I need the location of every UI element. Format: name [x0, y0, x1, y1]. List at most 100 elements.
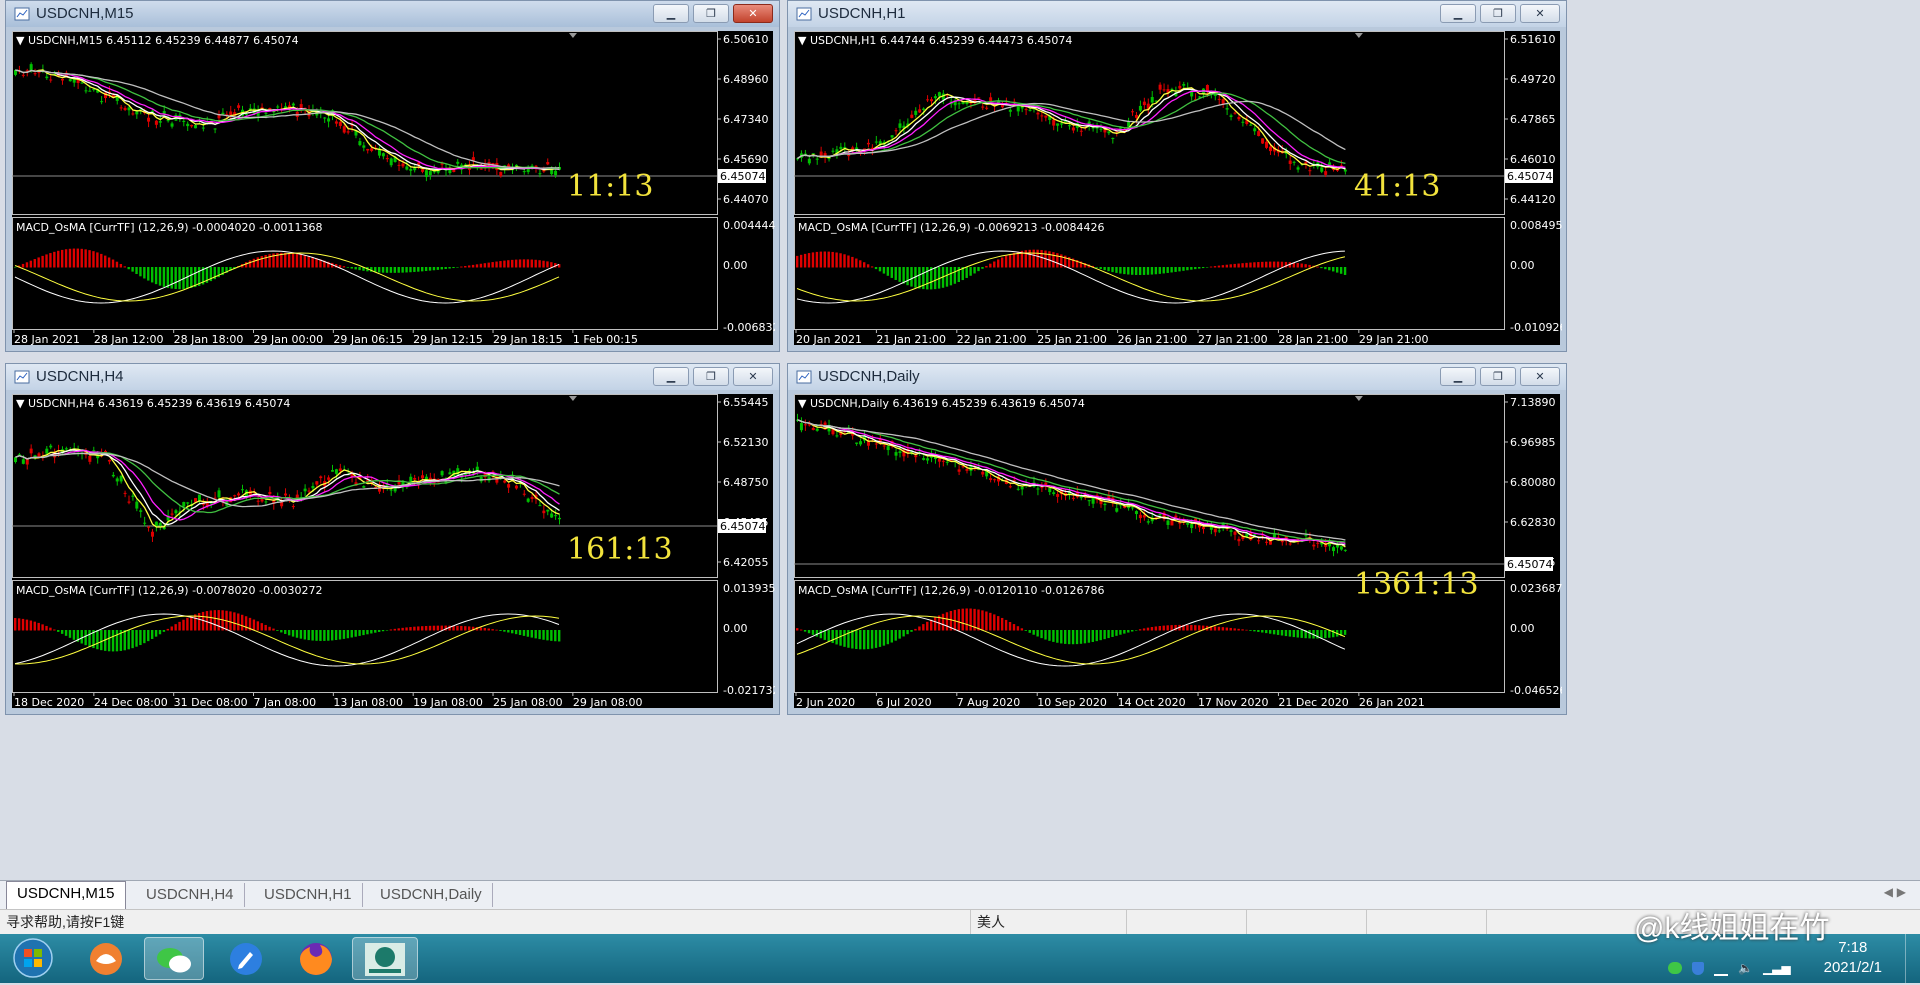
taskbar-app-wechat[interactable] — [144, 937, 204, 980]
macd-histogram-bar — [72, 630, 76, 640]
macd-histogram-bar — [503, 260, 506, 268]
volume-muted-icon[interactable]: 🔈 — [1738, 962, 1753, 976]
macd-histogram-bar — [1008, 254, 1012, 268]
maximize-button[interactable]: ❐ — [1480, 4, 1516, 23]
taskbar-app-notes[interactable] — [216, 937, 276, 980]
candle-body — [150, 110, 154, 112]
chart-window-daily[interactable]: USDCNH,Daily ▁ ❐ ✕ ▼ USDCNH,Daily 6.43619 … — [787, 363, 1567, 715]
chart-area[interactable]: ▼ USDCNH,H1 6.44744 6.45239 6.44473 6.45… — [794, 31, 1562, 346]
maximize-button[interactable]: ❐ — [1480, 367, 1516, 386]
macd-histogram-bar — [354, 267, 357, 270]
chart-window-h4[interactable]: USDCNH,H4 ▁ ❐ ✕ ▼ USDCNH,H4 6.43619 6.4523… — [5, 363, 780, 715]
macd-histogram-bar — [1032, 249, 1035, 268]
candle-body — [334, 121, 338, 124]
macd-histogram-bar — [21, 618, 25, 631]
macd-histogram-bar — [511, 630, 514, 634]
close-button[interactable]: ✕ — [733, 4, 773, 23]
macd-histogram-bar — [127, 267, 130, 270]
candle-body — [33, 73, 37, 75]
macd-histogram-bar — [64, 630, 68, 636]
window-title: USDCNH,M15 — [36, 5, 134, 22]
chart-area[interactable]: ▼ USDCNH,Daily 6.43619 6.45239 6.43619 6… — [794, 394, 1562, 709]
macd-histogram-bar — [41, 255, 44, 268]
macd-histogram-bar — [115, 261, 119, 268]
tab-usdcnh-daily[interactable]: USDCNH,Daily — [370, 883, 493, 907]
candle-body — [1292, 161, 1296, 163]
taskbar-app-metatrader[interactable] — [352, 937, 418, 980]
tab-usdcnh-h4[interactable]: USDCNH,H4 — [136, 883, 245, 907]
minimize-button[interactable]: ▁ — [653, 367, 689, 386]
candle-body — [1087, 500, 1091, 502]
macd-histogram-bar — [949, 267, 953, 286]
macd-histogram-bar — [37, 257, 40, 268]
macd-histogram-bar — [487, 628, 490, 631]
candle-body — [1036, 112, 1040, 115]
macd-histogram-bar — [362, 630, 365, 636]
macd-histogram-bar — [417, 267, 420, 272]
candle-body — [1229, 530, 1233, 532]
tab-usdcnh-h1[interactable]: USDCNH,H1 — [254, 883, 363, 907]
macd-histogram-bar — [890, 267, 893, 278]
macd-histogram-bar — [401, 267, 404, 273]
macd-histogram-bar — [1178, 267, 1181, 272]
taskbar-app-firefox[interactable] — [286, 937, 346, 980]
macd-histogram-bar — [1257, 262, 1260, 268]
candle-body — [405, 166, 409, 170]
price-tick-label: 6.45690 — [723, 153, 769, 166]
candle-body — [456, 161, 460, 164]
candle-body — [1253, 534, 1257, 536]
window-titlebar[interactable]: USDCNH,H1 ▁ ❐ ✕ — [788, 1, 1566, 27]
taskbar-app-fox[interactable] — [76, 937, 136, 980]
signal-tray-icon[interactable]: ▁▃▅ — [1763, 962, 1791, 976]
candle-body — [291, 103, 295, 106]
network-tray-icon[interactable] — [1714, 962, 1728, 976]
taskbar-clock[interactable]: 7:18 2021/2/1 — [1824, 938, 1882, 978]
candle-body — [530, 497, 534, 499]
show-desktop-button[interactable] — [1905, 934, 1920, 983]
shield-tray-icon[interactable] — [1692, 962, 1704, 975]
maximize-button[interactable]: ❐ — [693, 4, 729, 23]
macd-histogram-bar — [64, 249, 68, 268]
window-titlebar[interactable]: USDCNH,M15 ▁ ❐ ✕ — [6, 1, 779, 27]
macd-histogram-bar — [1328, 630, 1331, 638]
fox-app-icon — [90, 943, 122, 975]
macd-histogram-bar — [385, 267, 389, 273]
macd-histogram-bar — [1328, 267, 1331, 271]
candle-body — [965, 469, 969, 471]
tab-scroll-arrows[interactable]: ◀ ▶ — [1884, 885, 1906, 899]
candle-body — [1131, 111, 1135, 113]
maximize-button[interactable]: ❐ — [693, 367, 729, 386]
candle-body — [131, 113, 135, 115]
candle-body — [194, 125, 198, 129]
candle-body — [1253, 128, 1257, 132]
chart-window-h1[interactable]: USDCNH,H1 ▁ ❐ ✕ ▼ USDCNH,H1 6.44744 6.4523… — [787, 0, 1567, 352]
macd-histogram-bar — [981, 610, 984, 631]
minimize-button[interactable]: ▁ — [653, 4, 689, 23]
chart-area[interactable]: ▼ USDCNH,M15 6.45112 6.45239 6.44877 6.4… — [12, 31, 775, 346]
candle-body — [127, 501, 131, 503]
tab-usdcnh-m15[interactable]: USDCNH,M15 — [6, 881, 126, 909]
minimize-button[interactable]: ▁ — [1440, 367, 1476, 386]
window-titlebar[interactable]: USDCNH,H4 ▁ ❐ ✕ — [6, 364, 779, 390]
candle-body — [1020, 106, 1024, 109]
macd-histogram-bar — [1107, 630, 1110, 639]
macd-histogram-bar — [1225, 627, 1229, 631]
chart-area[interactable]: ▼ USDCNH,H4 6.43619 6.45239 6.43619 6.45… — [12, 394, 775, 709]
macd-histogram-bar — [819, 251, 823, 268]
wechat-tray-icon[interactable] — [1668, 962, 1682, 974]
close-button[interactable]: ✕ — [1520, 4, 1560, 23]
price-tick-label: 6.48750 — [723, 476, 769, 489]
macd-histogram-bar — [803, 253, 807, 268]
macd-histogram-bar — [945, 267, 949, 287]
macd-histogram-bar — [1048, 630, 1051, 641]
chart-window-m15[interactable]: USDCNH,M15 ▁ ❐ ✕ ▼ USDCNH,M15 6.45112 6.45… — [5, 0, 780, 352]
macd-histogram-bar — [178, 621, 181, 631]
candle-body — [546, 162, 550, 165]
close-button[interactable]: ✕ — [733, 367, 773, 386]
close-button[interactable]: ✕ — [1520, 367, 1560, 386]
window-titlebar[interactable]: USDCNH,Daily ▁ ❐ ✕ — [788, 364, 1566, 390]
candle-body — [1052, 492, 1056, 494]
start-button[interactable] — [4, 937, 64, 980]
macd-histogram-bar — [914, 628, 917, 631]
minimize-button[interactable]: ▁ — [1440, 4, 1476, 23]
